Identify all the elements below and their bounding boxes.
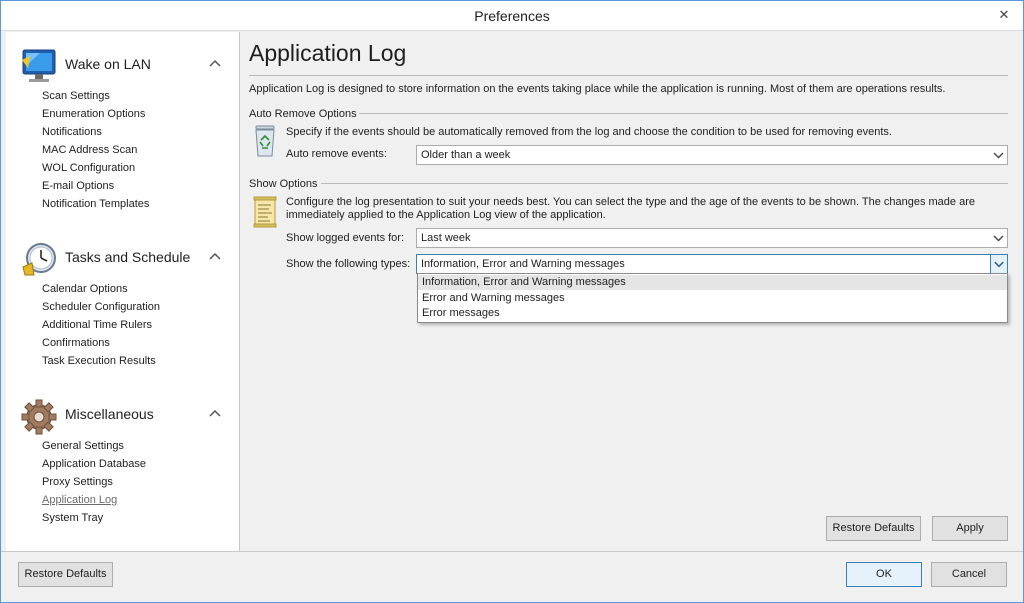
main-panel: Application Log Application Log is desig… [241,32,1023,551]
apply-button[interactable]: Apply [932,516,1008,541]
sidebar-item-calendar-options[interactable]: Calendar Options [42,281,128,297]
auto-remove-description: Specify if the events should be automati… [286,126,892,138]
log-document-icon [253,196,277,228]
sidebar: Wake on LAN Scan Settings Enumeration Op… [6,32,240,551]
logged-events-label: Show logged events for: [286,232,405,244]
chevron-up-icon[interactable] [208,251,222,261]
cancel-button[interactable]: Cancel [931,562,1007,587]
chevron-up-icon[interactable] [208,58,222,68]
chevron-down-icon[interactable] [990,229,1007,247]
clock-icon [22,243,56,276]
sidebar-item-proxy-settings[interactable]: Proxy Settings [42,474,113,490]
divider [249,75,1008,76]
sidebar-item-application-database[interactable]: Application Database [42,456,146,472]
chevron-down-icon[interactable] [990,146,1007,164]
dropdown-option[interactable]: Error and Warning messages [418,291,1007,306]
sidebar-item-scan-settings[interactable]: Scan Settings [42,88,110,104]
gear-icon [21,399,57,435]
auto-remove-label: Auto remove events: [286,148,387,160]
sidebar-item-notifications[interactable]: Notifications [42,124,102,140]
page-title: Application Log [249,40,407,66]
group-tasks-and-schedule[interactable]: Tasks and Schedule [6,237,240,277]
group-label: Miscellaneous [65,406,154,422]
logged-events-select[interactable]: Last week [416,228,1008,248]
group-wake-on-lan[interactable]: Wake on LAN [6,44,240,84]
group-miscellaneous[interactable]: Miscellaneous [6,394,240,435]
sidebar-item-task-execution-results[interactable]: Task Execution Results [42,353,156,369]
event-types-select[interactable]: Information, Error and Warning messages [416,254,1008,274]
event-types-label: Show the following types: [286,258,411,270]
dropdown-option[interactable]: Error messages [418,306,1007,321]
auto-remove-select[interactable]: Older than a week [416,145,1008,165]
ok-button[interactable]: OK [846,562,922,587]
sidebar-item-general-settings[interactable]: General Settings [42,438,124,454]
divider [359,113,1008,114]
sidebar-item-enumeration-options[interactable]: Enumeration Options [42,106,145,122]
dialog-footer: Restore Defaults OK Cancel [1,551,1023,602]
sidebar-item-email-options[interactable]: E-mail Options [42,178,114,194]
monitor-icon [22,49,56,82]
section-label-show-options: Show Options [249,178,318,190]
event-types-value: Information, Error and Warning messages [421,258,625,270]
title-bar: Preferences ✕ [1,1,1023,31]
sidebar-item-mac-address-scan[interactable]: MAC Address Scan [42,142,137,158]
event-types-dropdown-list: Information, Error and Warning messages … [417,273,1008,323]
auto-remove-value: Older than a week [421,149,511,161]
sidebar-item-application-log[interactable]: Application Log [42,492,117,508]
logged-events-value: Last week [421,232,471,244]
close-icon[interactable]: ✕ [993,5,1015,25]
group-label: Tasks and Schedule [65,249,191,265]
sidebar-item-scheduler-configuration[interactable]: Scheduler Configuration [42,299,160,315]
group-label: Wake on LAN [65,56,151,72]
page-description: Application Log is designed to store inf… [249,83,946,95]
restore-defaults-button[interactable]: Restore Defaults [18,562,113,587]
sidebar-item-additional-time-rulers[interactable]: Additional Time Rulers [42,317,152,333]
restore-defaults-page-button[interactable]: Restore Defaults [826,516,921,541]
chevron-down-icon[interactable] [990,255,1007,273]
divider [321,183,1008,184]
dropdown-option[interactable]: Information, Error and Warning messages [418,275,1007,290]
sidebar-item-confirmations[interactable]: Confirmations [42,335,110,351]
preferences-window: Preferences ✕ Wake on LAN Scan Settings … [0,0,1024,603]
window-title: Preferences [474,8,550,24]
recycle-bin-icon [255,125,275,157]
chevron-up-icon[interactable] [208,408,222,418]
sidebar-item-system-tray[interactable]: System Tray [42,510,103,526]
section-label-auto-remove: Auto Remove Options [249,108,357,120]
sidebar-item-wol-configuration[interactable]: WOL Configuration [42,160,135,176]
sidebar-item-notification-templates[interactable]: Notification Templates [42,196,149,212]
show-options-description: Configure the log presentation to suit y… [286,196,975,221]
